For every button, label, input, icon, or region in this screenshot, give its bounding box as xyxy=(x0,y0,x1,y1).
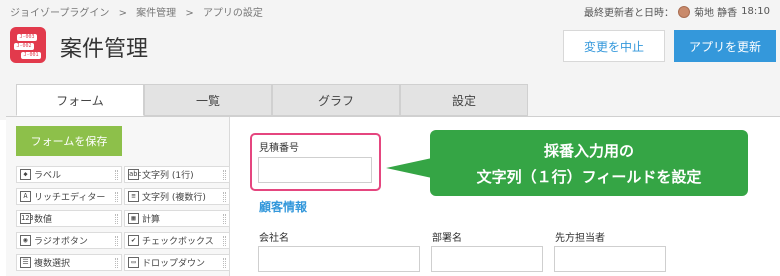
tag-icon: ◆ xyxy=(20,169,31,180)
rich-editor-icon: A xyxy=(20,191,31,202)
text-multi-icon: ≡ xyxy=(128,191,139,202)
avatar xyxy=(677,5,690,18)
multi-select-icon: ☰ xyxy=(20,257,31,268)
callout-line-1: 採番入力用の xyxy=(543,141,634,160)
radio-icon: ◉ xyxy=(20,235,31,246)
last-updated-info: 最終更新者と日時： 菊地 静香 18:10 xyxy=(584,4,770,19)
drag-handle-icon[interactable] xyxy=(223,258,226,268)
tab-list[interactable]: 一覧 xyxy=(144,84,272,116)
last-updated-label: 最終更新者と日時： xyxy=(583,8,674,19)
palette-item-text: ラジオボタン xyxy=(34,237,88,247)
drag-handle-icon[interactable] xyxy=(115,236,118,246)
callout-line-2: 文字列（１行）フィールドを設定 xyxy=(476,167,702,186)
palette-item-checkbox[interactable]: ✔ チェックボックス xyxy=(124,232,230,249)
department-field[interactable] xyxy=(431,246,543,272)
palette-item-dropdown[interactable]: ▭ ドロップダウン xyxy=(124,254,230,271)
number-icon: 123 xyxy=(20,213,34,224)
text-single-icon: abc xyxy=(128,169,142,180)
contact-person-field[interactable] xyxy=(554,246,666,272)
contact-person-label: 先方担当者 xyxy=(555,233,605,244)
breadcrumb-separator: > xyxy=(118,8,127,19)
company-name-label: 会社名 xyxy=(259,233,289,244)
top-bar: ジョイゾープラグイン > 案件管理 > アプリの設定 最終更新者と日時： 菊地 … xyxy=(0,0,780,22)
palette-item-text: ラベル xyxy=(34,171,62,181)
palette-item-rich-editor[interactable]: A リッチエディター xyxy=(16,188,122,205)
palette-item-text: 文字列 (複数行) xyxy=(142,193,206,203)
palette-item-text: リッチエディター xyxy=(34,193,106,203)
palette-item-multi-line-text[interactable]: ≡ 文字列 (複数行) xyxy=(124,188,230,205)
app-header: J-003 J-002 J-001 案件管理 変更を中止 アプリを更新 xyxy=(0,22,780,70)
tab-graph[interactable]: グラフ xyxy=(272,84,400,116)
update-time: 18:10 xyxy=(741,6,770,17)
department-label: 部署名 xyxy=(432,233,462,244)
tab-settings[interactable]: 設定 xyxy=(400,84,528,116)
tab-form[interactable]: フォーム xyxy=(16,84,144,116)
palette-item-calculation[interactable]: ▦ 計算 xyxy=(124,210,230,227)
palette-item-label[interactable]: ◆ ラベル xyxy=(16,166,122,183)
drag-handle-icon[interactable] xyxy=(223,214,226,224)
palette-item-text: 計算 xyxy=(142,215,161,225)
dropdown-icon: ▭ xyxy=(128,257,139,268)
updater-name[interactable]: 菊地 静香 xyxy=(694,4,737,19)
palette-item-text: ドロップダウン xyxy=(142,259,206,269)
palette-item-text: チェックボックス xyxy=(142,237,214,247)
annotation-callout: 採番入力用の 文字列（１行）フィールドを設定 xyxy=(430,130,748,196)
palette-item-number[interactable]: 123 数値 xyxy=(16,210,122,227)
drag-handle-icon[interactable] xyxy=(223,192,226,202)
drag-handle-icon[interactable] xyxy=(115,214,118,224)
page-title: 案件管理 xyxy=(60,37,149,62)
palette-item-single-line-text[interactable]: abc 文字列 (1行) xyxy=(124,166,230,183)
app-icon-sheet: J-002 xyxy=(14,43,34,50)
app-icon-sheet: J-003 xyxy=(17,34,37,41)
estimate-number-label: 見積番号 xyxy=(259,143,299,154)
palette-item-text: 複数選択 xyxy=(34,259,71,269)
checkbox-icon: ✔ xyxy=(128,235,139,246)
drag-handle-icon[interactable] xyxy=(115,258,118,268)
breadcrumb-item-app[interactable]: 案件管理 xyxy=(136,8,176,19)
palette-item-radio-button[interactable]: ◉ ラジオボタン xyxy=(16,232,122,249)
breadcrumb: ジョイゾープラグイン > 案件管理 > アプリの設定 xyxy=(10,4,269,19)
calculator-icon: ▦ xyxy=(128,213,139,224)
company-name-field[interactable] xyxy=(258,246,420,272)
palette-item-text: 数値 xyxy=(34,215,53,225)
drag-handle-icon[interactable] xyxy=(115,170,118,180)
palette-item-text: 文字列 (1行) xyxy=(142,171,194,181)
drag-handle-icon[interactable] xyxy=(223,236,226,246)
breadcrumb-item-current: アプリの設定 xyxy=(202,8,263,19)
estimate-number-field[interactable] xyxy=(258,157,372,183)
app-icon-sheet: J-001 xyxy=(21,52,41,59)
save-form-button[interactable]: フォームを保存 xyxy=(16,126,122,156)
callout-pointer xyxy=(386,158,432,178)
palette-item-multi-select[interactable]: ☰ 複数選択 xyxy=(16,254,122,271)
app-icon: J-003 J-002 J-001 xyxy=(10,27,46,63)
breadcrumb-item-portal[interactable]: ジョイゾープラグイン xyxy=(10,8,109,19)
breadcrumb-separator: > xyxy=(185,8,194,19)
cancel-changes-button[interactable]: 変更を中止 xyxy=(563,30,665,62)
update-app-button[interactable]: アプリを更新 xyxy=(674,30,776,62)
drag-handle-icon[interactable] xyxy=(223,170,226,180)
drag-handle-icon[interactable] xyxy=(115,192,118,202)
section-title-customer: 顧客情報 xyxy=(259,200,308,214)
